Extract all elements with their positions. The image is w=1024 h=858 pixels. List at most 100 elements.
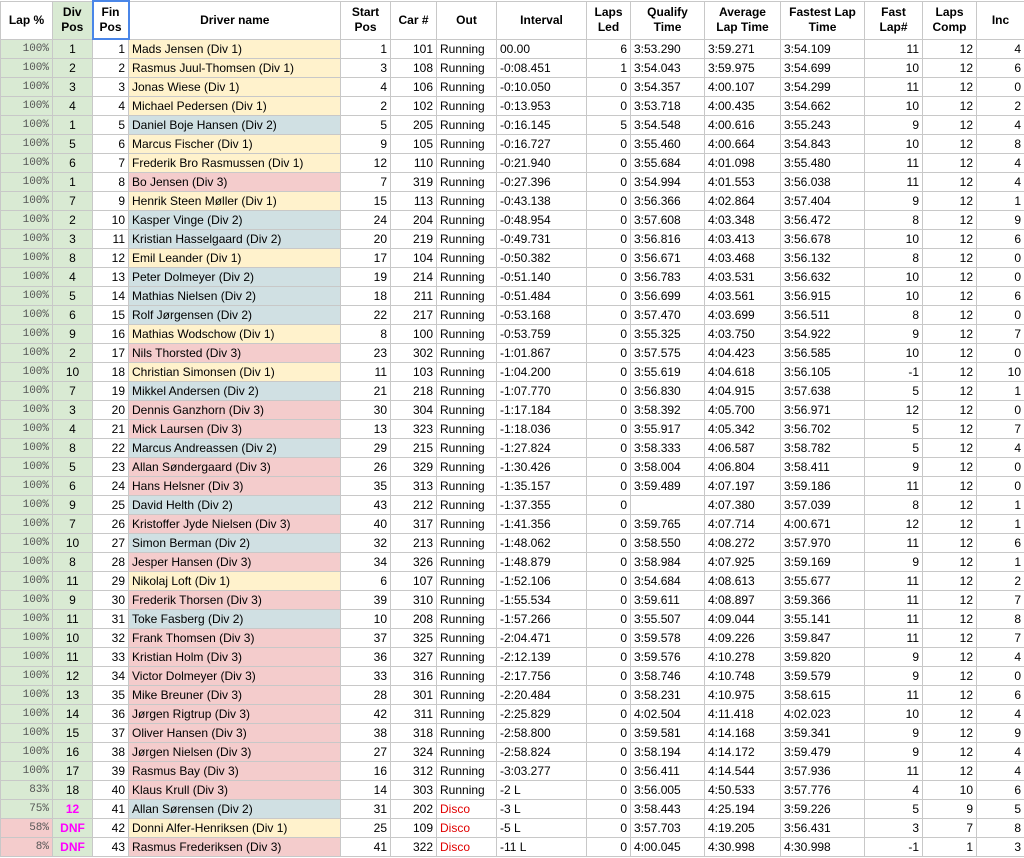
car-number-cell[interactable]: 322 <box>390 837 437 857</box>
fastest-lap-time-cell[interactable]: 3:56.472 <box>780 210 865 230</box>
average-lap-time-cell[interactable]: 4:03.750 <box>704 324 781 344</box>
average-lap-time-cell[interactable]: 4:10.278 <box>704 647 781 667</box>
fastest-lap-time-cell[interactable]: 3:59.366 <box>780 590 865 610</box>
interval-cell[interactable]: -11 L <box>496 837 587 857</box>
car-number-cell[interactable]: 106 <box>390 77 437 97</box>
fast-lap-number-cell[interactable]: 9 <box>864 457 923 477</box>
average-lap-time-cell[interactable]: 4:00.664 <box>704 134 781 154</box>
lap-pct-cell[interactable]: 58% <box>0 818 53 838</box>
start-pos-cell[interactable]: 28 <box>340 685 391 705</box>
laps-led-cell[interactable]: 0 <box>586 495 631 515</box>
start-pos-cell[interactable]: 14 <box>340 780 391 800</box>
div-pos-cell[interactable]: 10 <box>52 533 93 553</box>
fin-pos-cell[interactable]: 33 <box>92 647 129 667</box>
header-inc[interactable]: Inc <box>976 0 1024 40</box>
laps-comp-cell[interactable]: 7 <box>922 818 977 838</box>
out-status-cell[interactable]: Running <box>436 723 497 743</box>
laps-comp-cell[interactable]: 12 <box>922 362 977 382</box>
fin-pos-cell[interactable]: 14 <box>92 286 129 306</box>
laps-led-cell[interactable]: 0 <box>586 837 631 857</box>
laps-comp-cell[interactable]: 12 <box>922 723 977 743</box>
driver-name-cell[interactable]: Mick Laursen (Div 3) <box>128 419 341 439</box>
qualify-time-cell[interactable]: 3:59.581 <box>630 723 705 743</box>
lap-pct-cell[interactable]: 100% <box>0 229 53 249</box>
qualify-time-cell[interactable]: 4:00.045 <box>630 837 705 857</box>
interval-cell[interactable]: -2:58.800 <box>496 723 587 743</box>
inc-cell[interactable]: 4 <box>976 172 1024 192</box>
fast-lap-number-cell[interactable]: 9 <box>864 115 923 135</box>
fastest-lap-time-cell[interactable]: 3:54.843 <box>780 134 865 154</box>
driver-name-cell[interactable]: Mikkel Andersen (Div 2) <box>128 381 341 401</box>
out-status-cell[interactable]: Running <box>436 229 497 249</box>
qualify-time-cell[interactable]: 3:59.578 <box>630 628 705 648</box>
out-status-cell[interactable]: Running <box>436 191 497 211</box>
lap-pct-cell[interactable]: 100% <box>0 590 53 610</box>
start-pos-cell[interactable]: 15 <box>340 191 391 211</box>
inc-cell[interactable]: 4 <box>976 742 1024 762</box>
fast-lap-number-cell[interactable]: 10 <box>864 267 923 287</box>
fastest-lap-time-cell[interactable]: 3:56.971 <box>780 400 865 420</box>
qualify-time-cell[interactable]: 3:55.619 <box>630 362 705 382</box>
lap-pct-cell[interactable]: 100% <box>0 324 53 344</box>
laps-comp-cell[interactable]: 12 <box>922 58 977 78</box>
laps-comp-cell[interactable]: 12 <box>922 476 977 496</box>
start-pos-cell[interactable]: 18 <box>340 286 391 306</box>
laps-led-cell[interactable]: 5 <box>586 115 631 135</box>
div-pos-cell[interactable]: 3 <box>52 400 93 420</box>
start-pos-cell[interactable]: 24 <box>340 210 391 230</box>
laps-comp-cell[interactable]: 12 <box>922 590 977 610</box>
div-pos-cell[interactable]: DNF <box>52 837 93 857</box>
average-lap-time-cell[interactable]: 4:10.975 <box>704 685 781 705</box>
laps-led-cell[interactable]: 0 <box>586 628 631 648</box>
fastest-lap-time-cell[interactable]: 3:56.132 <box>780 248 865 268</box>
fast-lap-number-cell[interactable]: 8 <box>864 210 923 230</box>
fastest-lap-time-cell[interactable]: 3:56.678 <box>780 229 865 249</box>
fastest-lap-time-cell[interactable]: 3:59.186 <box>780 476 865 496</box>
interval-cell[interactable]: -0:08.451 <box>496 58 587 78</box>
start-pos-cell[interactable]: 42 <box>340 704 391 724</box>
laps-led-cell[interactable]: 0 <box>586 799 631 819</box>
fastest-lap-time-cell[interactable]: 3:57.039 <box>780 495 865 515</box>
driver-name-cell[interactable]: Mike Breuner (Div 3) <box>128 685 341 705</box>
start-pos-cell[interactable]: 26 <box>340 457 391 477</box>
laps-comp-cell[interactable]: 12 <box>922 609 977 629</box>
fast-lap-number-cell[interactable]: 11 <box>864 685 923 705</box>
fin-pos-cell[interactable]: 29 <box>92 571 129 591</box>
div-pos-cell[interactable]: 11 <box>52 609 93 629</box>
qualify-time-cell[interactable]: 3:55.325 <box>630 324 705 344</box>
average-lap-time-cell[interactable]: 4:19.205 <box>704 818 781 838</box>
lap-pct-cell[interactable]: 100% <box>0 647 53 667</box>
laps-comp-cell[interactable]: 12 <box>922 134 977 154</box>
header-div-pos[interactable]: Div Pos <box>52 0 93 40</box>
lap-pct-cell[interactable]: 8% <box>0 837 53 857</box>
inc-cell[interactable]: 2 <box>976 571 1024 591</box>
div-pos-cell[interactable]: 12 <box>52 666 93 686</box>
car-number-cell[interactable]: 105 <box>390 134 437 154</box>
qualify-time-cell[interactable]: 3:58.746 <box>630 666 705 686</box>
interval-cell[interactable]: -0:48.954 <box>496 210 587 230</box>
fastest-lap-time-cell[interactable]: 3:56.431 <box>780 818 865 838</box>
laps-led-cell[interactable]: 0 <box>586 647 631 667</box>
fast-lap-number-cell[interactable]: 8 <box>864 248 923 268</box>
inc-cell[interactable]: 1 <box>976 381 1024 401</box>
average-lap-time-cell[interactable]: 4:01.098 <box>704 153 781 173</box>
interval-cell[interactable]: -2:20.484 <box>496 685 587 705</box>
driver-name-cell[interactable]: Jonas Wiese (Div 1) <box>128 77 341 97</box>
inc-cell[interactable]: 1 <box>976 514 1024 534</box>
inc-cell[interactable]: 5 <box>976 799 1024 819</box>
inc-cell[interactable]: 0 <box>976 457 1024 477</box>
out-status-cell[interactable]: Disco <box>436 837 497 857</box>
inc-cell[interactable]: 6 <box>976 780 1024 800</box>
driver-name-cell[interactable]: Emil Leander (Div 1) <box>128 248 341 268</box>
laps-led-cell[interactable]: 0 <box>586 210 631 230</box>
start-pos-cell[interactable]: 23 <box>340 343 391 363</box>
car-number-cell[interactable]: 108 <box>390 58 437 78</box>
driver-name-cell[interactable]: Hans Helsner (Div 3) <box>128 476 341 496</box>
div-pos-cell[interactable]: 1 <box>52 115 93 135</box>
inc-cell[interactable]: 4 <box>976 115 1024 135</box>
inc-cell[interactable]: 0 <box>976 267 1024 287</box>
start-pos-cell[interactable]: 29 <box>340 438 391 458</box>
fin-pos-cell[interactable]: 13 <box>92 267 129 287</box>
laps-led-cell[interactable]: 0 <box>586 533 631 553</box>
header-fastest-lap-time[interactable]: Fastest Lap Time <box>780 0 865 40</box>
